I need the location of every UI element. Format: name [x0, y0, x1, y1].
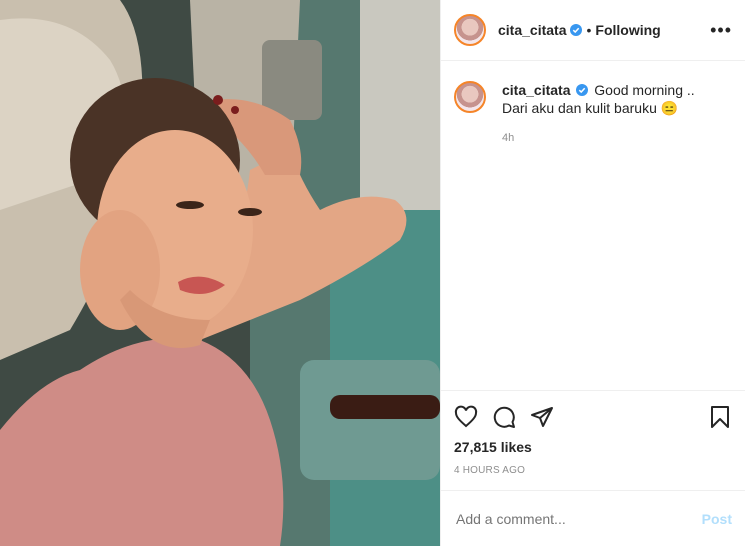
share-direct-icon[interactable]: [530, 405, 554, 429]
caption-line-1: Good morning ..: [594, 82, 695, 98]
selfie-image: [0, 0, 440, 546]
verified-badge-icon: [576, 84, 589, 96]
caption-username[interactable]: cita_citata: [502, 82, 570, 98]
caption-line-2: Dari aku dan kulit baruku: [502, 100, 657, 116]
emoji-icon: 😑: [660, 100, 679, 116]
action-bar: 27,815 likes 4 HOURS AGO: [441, 390, 745, 476]
more-options-icon[interactable]: •••: [710, 21, 732, 39]
instagram-post: cita_citata • Following ••• cita_citata: [0, 0, 745, 546]
post-side-panel: cita_citata • Following ••• cita_citata: [440, 0, 745, 546]
like-heart-icon[interactable]: [454, 405, 478, 429]
post-timestamp[interactable]: 4 HOURS AGO: [454, 465, 732, 476]
action-icons: [454, 401, 732, 433]
comment-icon[interactable]: [492, 405, 516, 429]
post-header: cita_citata • Following •••: [441, 0, 745, 61]
username-link[interactable]: cita_citata: [498, 22, 566, 38]
comments-area: cita_citata Good morning .. Dari aku dan…: [441, 61, 745, 390]
avatar[interactable]: [454, 14, 486, 46]
following-button[interactable]: Following: [595, 22, 660, 38]
caption-time: 4h: [502, 132, 515, 144]
caption: cita_citata Good morning .. Dari aku dan…: [454, 81, 732, 147]
post-photo[interactable]: [0, 0, 440, 546]
caption-avatar[interactable]: [454, 81, 486, 113]
bookmark-icon[interactable]: [708, 405, 732, 429]
separator-dot: •: [586, 22, 592, 38]
add-comment-bar: Post: [441, 490, 745, 546]
likes-count[interactable]: 27,815 likes: [454, 439, 732, 455]
comment-input[interactable]: [454, 509, 702, 528]
verified-badge-icon: [570, 24, 583, 36]
post-button[interactable]: Post: [702, 511, 732, 527]
caption-text: cita_citata Good morning .. Dari aku dan…: [502, 81, 695, 147]
